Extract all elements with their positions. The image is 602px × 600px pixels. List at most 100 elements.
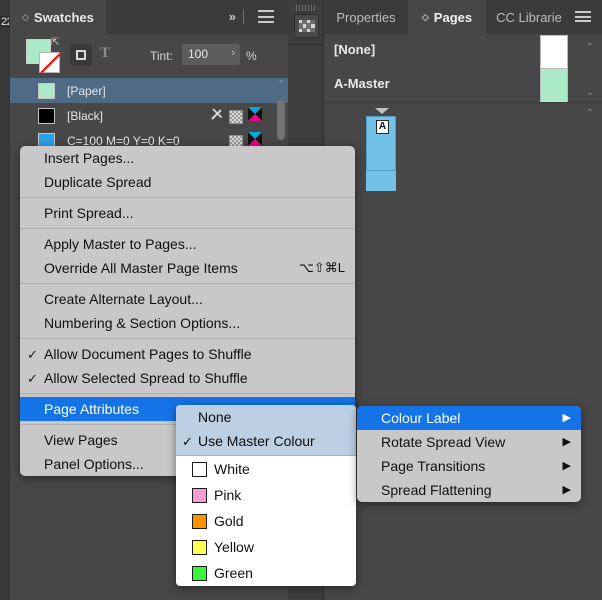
submenu-item-label: None (198, 409, 232, 425)
menu-item-label: Override All Master Page Items (44, 260, 238, 276)
pen-icon (210, 107, 224, 126)
swatch-row-paper[interactable]: [Paper] (10, 78, 288, 103)
hamburger-icon[interactable] (575, 11, 591, 22)
menu-item-numbering-section-options[interactable]: Numbering & Section Options... (20, 311, 355, 335)
master-name: A-Master (334, 76, 390, 91)
swatch-row-black[interactable]: [Black] (10, 103, 288, 128)
submenu-item-rotate-spread-view[interactable]: Rotate Spread View ▶ (357, 430, 581, 454)
menu-separator (20, 197, 355, 198)
scroll-down-arrow-icon[interactable]: ⌄ (586, 88, 594, 98)
tab-pages[interactable]: ◇ Pages (408, 0, 486, 34)
checkmark-icon: ✓ (182, 433, 193, 449)
menu-item-label: Duplicate Spread (44, 174, 152, 190)
submenu-item-gold[interactable]: Gold (176, 508, 356, 534)
pages-grid-icon[interactable] (294, 14, 319, 38)
scroll-up-arrow-icon[interactable]: ⌃ (586, 43, 594, 53)
menu-separator (20, 228, 355, 229)
menu-item-shortcut: ⌥⇧⌘L (298, 260, 345, 275)
master-thumbnail[interactable] (540, 35, 568, 69)
submenu-item-page-transitions[interactable]: Page Transitions ▶ (357, 454, 581, 478)
swatch-name: [Paper] (67, 83, 106, 98)
scroll-up-arrow-icon[interactable]: ⌃ (586, 109, 594, 119)
colour-label-submenu[interactable]: Colour Label ▶ Rotate Spread View ▶ Page… (357, 406, 581, 502)
page-attributes-submenu[interactable]: None ✓ Use Master Colour White Pink Gold… (176, 405, 356, 586)
chevron-right-icon: ▶ (562, 483, 571, 496)
menu-item-label: Allow Selected Spread to Shuffle (44, 370, 248, 386)
color-chip-white (192, 461, 207, 477)
master-row-a-master[interactable]: A-Master ⌄ (324, 68, 602, 104)
master-row-none[interactable]: [None] ⌃ (324, 34, 602, 69)
tab-cc-libraries-label: CC Librarie (496, 9, 562, 25)
tint-percent-label: % (246, 49, 257, 63)
menu-item-create-alternate-layout[interactable]: Create Alternate Layout... (20, 287, 355, 311)
scroll-up-arrow-icon[interactable]: ⌃ (277, 80, 285, 89)
submenu-item-label: Yellow (214, 539, 254, 555)
tab-cc-libraries[interactable]: CC Librarie (486, 0, 572, 34)
submenu-item-white[interactable]: White (176, 456, 356, 482)
color-chip-gold (192, 513, 207, 529)
submenu-item-green[interactable]: Green (176, 560, 356, 586)
submenu-item-label: Colour Label (381, 410, 461, 426)
diamond-icon: ◇ (22, 11, 29, 22)
menu-item-duplicate-spread[interactable]: Duplicate Spread (20, 170, 355, 194)
swatch-name: [Black] (67, 108, 104, 123)
swatch-row-icons (210, 107, 262, 126)
color-chip-green (192, 565, 207, 581)
toolbar-divider (243, 9, 244, 24)
master-badge: A (376, 120, 389, 134)
color-chip-yellow (192, 539, 207, 555)
formatting-affects-container-icon[interactable] (70, 44, 92, 66)
expand-chevrons-icon[interactable]: » (229, 9, 236, 24)
tint-input[interactable]: 100 › (182, 44, 240, 65)
submenu-item-spread-flattening[interactable]: Spread Flattening ▶ (357, 478, 581, 502)
scrollbar-thumb[interactable] (277, 100, 285, 140)
tint-stepper-icon[interactable]: › (231, 47, 235, 59)
checkmark-icon: ✓ (27, 346, 38, 362)
chevron-right-icon: ▶ (562, 435, 571, 448)
menu-item-allow-selected-spread-to-shuffle[interactable]: ✓ Allow Selected Spread to Shuffle (20, 366, 355, 390)
swatches-tabbar: ◇ Swatches » (10, 0, 288, 34)
hamburger-icon[interactable] (258, 10, 274, 23)
tab-swatches[interactable]: ◇ Swatches (10, 0, 106, 34)
dock-divider (288, 44, 324, 45)
page-thumbnail[interactable]: A (366, 116, 396, 171)
swatch-list-scrollbar[interactable]: ⌃ (276, 78, 286, 150)
submenu-item-pink[interactable]: Pink (176, 482, 356, 508)
page-attributes-submenu-top: None ✓ Use Master Colour (176, 405, 356, 455)
menu-item-label: Numbering & Section Options... (44, 315, 241, 331)
swap-fill-stroke-icon[interactable]: ⇱ (51, 38, 59, 48)
tint-label: Tint: (150, 49, 173, 63)
submenu-item-yellow[interactable]: Yellow (176, 534, 356, 560)
dock-grip-icon[interactable] (296, 5, 316, 11)
submenu-item-label: Gold (214, 513, 244, 529)
menu-item-override-all-master-page-items[interactable]: Override All Master Page Items ⌥⇧⌘L (20, 256, 355, 280)
menu-item-insert-pages[interactable]: Insert Pages... (20, 146, 355, 170)
menu-separator (20, 283, 355, 284)
submenu-item-none[interactable]: None (176, 405, 356, 429)
submenu-item-use-master-colour[interactable]: ✓ Use Master Colour (176, 429, 356, 453)
none-slash-icon (39, 52, 62, 75)
menu-item-label: Print Spread... (44, 205, 134, 221)
submenu-item-label: Use Master Colour (198, 433, 315, 449)
tab-swatches-label: Swatches (33, 9, 94, 25)
submenu-item-label: Rotate Spread View (381, 434, 506, 450)
submenu-item-colour-label[interactable]: Colour Label ▶ (357, 406, 581, 430)
menu-item-label: Apply Master to Pages... (44, 236, 197, 252)
tile-icon (229, 109, 243, 124)
submenu-item-label: White (214, 461, 250, 477)
checkmark-icon: ✓ (27, 370, 38, 386)
stroke-color-swatch[interactable] (39, 52, 62, 75)
fill-stroke-control[interactable]: ⇱ (26, 38, 62, 75)
menu-item-label: Panel Options... (44, 456, 144, 472)
menu-item-apply-master-to-pages[interactable]: Apply Master to Pages... (20, 232, 355, 256)
menu-item-print-spread[interactable]: Print Spread... (20, 201, 355, 225)
chevron-right-icon: ▶ (562, 411, 571, 424)
pages-body[interactable]: A ⌃ (324, 103, 602, 600)
formatting-affects-text-icon[interactable]: T (100, 45, 110, 62)
master-thumbnail[interactable] (540, 68, 568, 104)
menu-item-allow-document-pages-to-shuffle[interactable]: ✓ Allow Document Pages to Shuffle (20, 342, 355, 366)
tab-pages-label: Pages (433, 9, 473, 25)
pages-panel: Properties ◇ Pages CC Librarie [None] ⌃ … (324, 0, 602, 600)
masters-section[interactable]: [None] ⌃ A-Master ⌄ (324, 34, 602, 104)
tab-properties[interactable]: Properties (324, 0, 408, 34)
